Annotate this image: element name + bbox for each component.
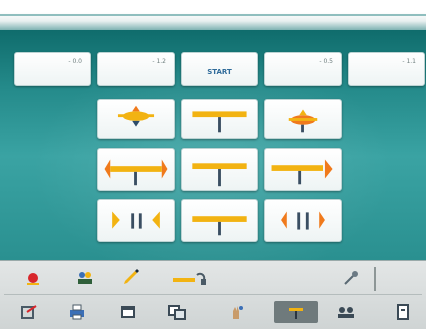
wheels-parallel-button[interactable]	[264, 199, 342, 242]
alert-icon	[27, 273, 39, 285]
value-tile-4[interactable]: - 0.5	[264, 52, 342, 86]
team-button[interactable]	[72, 267, 98, 289]
value-tile-5[interactable]: - 1.1	[348, 52, 425, 86]
window-button[interactable]	[115, 301, 141, 323]
value-label: - 1.1	[402, 58, 416, 65]
start-label: START	[207, 68, 232, 76]
value-label: - 0.0	[68, 58, 82, 65]
axle-level-icon	[192, 111, 247, 133]
link-icon	[173, 272, 206, 285]
camber-up-icon	[117, 105, 155, 127]
toolbar-divider	[374, 267, 376, 291]
wheels-inward-button[interactable]	[97, 199, 175, 242]
pencil-icon	[124, 269, 139, 284]
axle-flat-button[interactable]	[181, 199, 258, 242]
active-alignment-button[interactable]	[274, 301, 318, 323]
window-icon	[121, 306, 135, 318]
multi-window-icon	[168, 305, 186, 320]
exit-icon	[21, 305, 37, 319]
wheels-parallel-icon	[281, 211, 325, 230]
toe-in-button[interactable]	[264, 148, 342, 191]
top-bar	[0, 0, 426, 30]
camber-down-button[interactable]	[264, 99, 342, 139]
toe-out-button[interactable]	[97, 148, 175, 191]
value-tile-1[interactable]: - 0.0	[14, 52, 91, 86]
tool-button[interactable]	[338, 267, 364, 289]
toe-in-icon	[271, 159, 333, 185]
value-label: - 1.2	[152, 58, 166, 65]
print-icon	[70, 304, 84, 320]
bottom-toolbar	[0, 260, 426, 329]
hand-button[interactable]	[224, 301, 250, 323]
camber-down-icon	[288, 109, 318, 133]
start-button[interactable]: START	[181, 52, 258, 86]
axle-flat-icon	[192, 216, 247, 236]
alignment-panel: - 0.0 - 1.2 START - 0.5 - 1.1	[0, 30, 426, 260]
document-icon	[397, 304, 409, 320]
exit-button[interactable]	[16, 301, 42, 323]
print-button[interactable]	[64, 301, 90, 323]
active-alignment-icon	[289, 308, 303, 319]
alert-button[interactable]	[20, 267, 46, 289]
link-button[interactable]	[167, 267, 215, 289]
top-accent-line	[0, 14, 426, 16]
wheels-inward-icon	[112, 211, 160, 229]
toolbar-separator	[4, 294, 422, 295]
edit-button[interactable]	[118, 267, 144, 289]
users-icon	[338, 307, 354, 318]
value-label: - 0.5	[319, 58, 333, 65]
axle-center-icon	[192, 163, 247, 187]
axle-level-button[interactable]	[181, 99, 258, 139]
tool-icon	[344, 271, 358, 285]
multi-window-button[interactable]	[164, 301, 190, 323]
document-button[interactable]	[390, 301, 416, 323]
toe-out-icon	[104, 159, 168, 186]
axle-center-button[interactable]	[181, 148, 258, 191]
camber-up-button[interactable]	[97, 99, 175, 139]
value-tile-2[interactable]: - 1.2	[97, 52, 175, 86]
team-icon	[78, 272, 92, 284]
hand-icon	[233, 306, 243, 319]
users-button[interactable]	[333, 301, 359, 323]
